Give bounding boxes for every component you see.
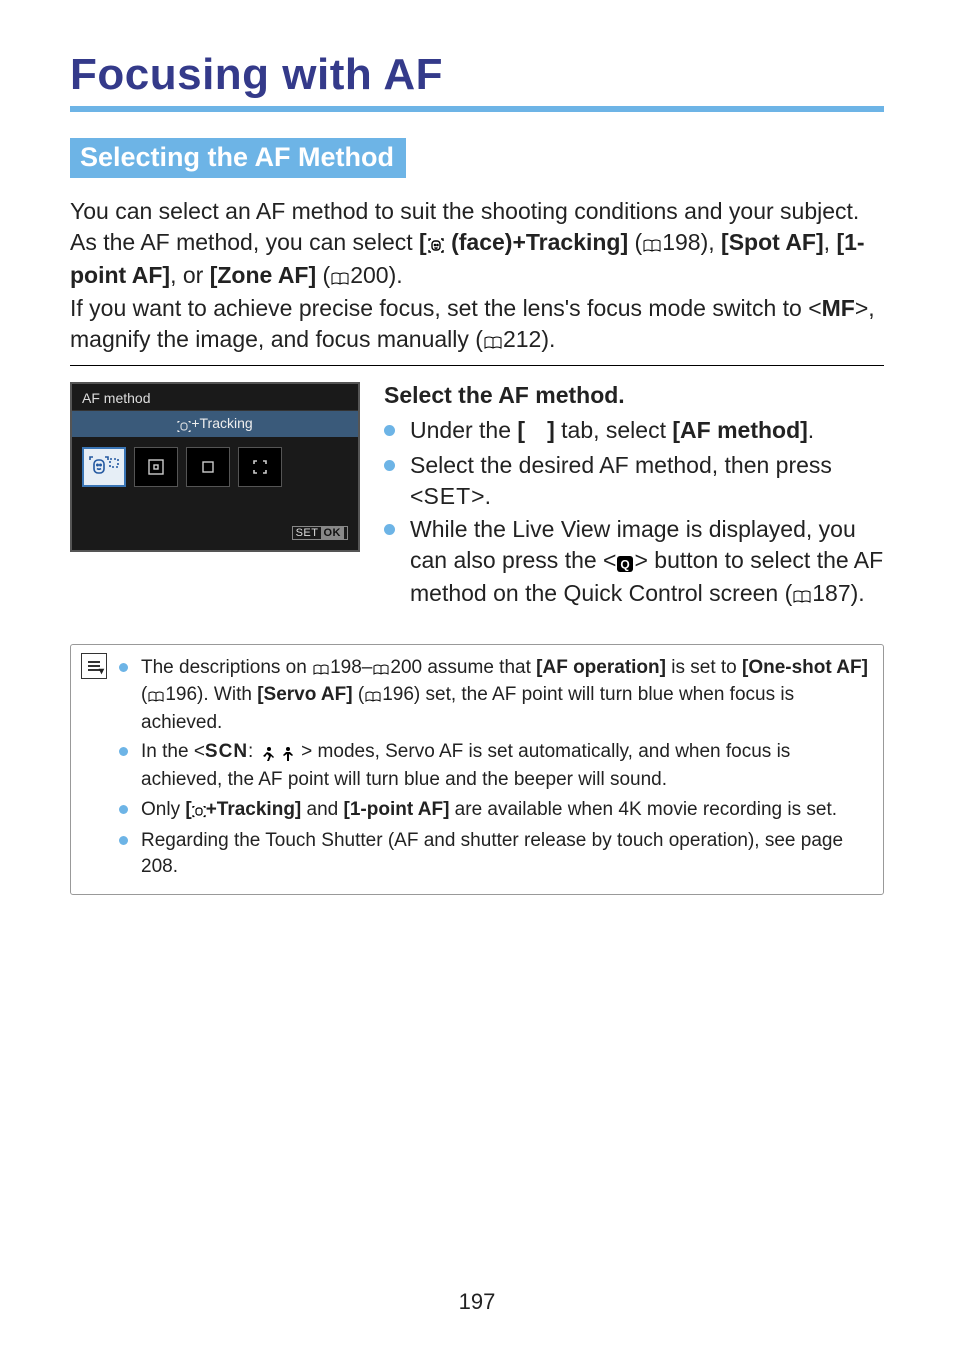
title-underline: [70, 106, 884, 112]
note-item-4: Regarding the Touch Shutter (AF and shut…: [119, 828, 869, 879]
af-option-zone: [238, 447, 282, 487]
cam-footer: SETOK: [72, 517, 358, 550]
instruction-item-2: Select the desired AF method, then press…: [384, 450, 884, 512]
cam-options-row: [72, 437, 358, 517]
kids-mode-icon: [280, 741, 296, 767]
camera-menu-screenshot: AF method +Tracking: [70, 382, 360, 552]
set-ok-badge: SETOK: [292, 526, 348, 540]
face-icon: [177, 417, 191, 433]
book-icon: [147, 684, 165, 710]
face-icon: [192, 799, 206, 825]
intro-paragraph-1: You can select an AF method to suit the …: [70, 196, 884, 293]
scn-mode-label: SCN: [205, 741, 248, 762]
book-icon: [312, 657, 330, 683]
af-option-spot: [134, 447, 178, 487]
note-item-3: Only [+Tracking] and [1-point AF] are av…: [119, 797, 869, 825]
instructions-heading: Select the AF method.: [384, 382, 884, 409]
set-button-label: SET: [423, 483, 471, 509]
book-icon: [642, 229, 662, 260]
instruction-item-1: Under the [] tab, select [AF method].: [384, 415, 884, 448]
svg-text:Q: Q: [621, 558, 630, 572]
af-option-face-tracking: [82, 447, 126, 487]
sports-mode-icon: [259, 741, 275, 767]
page-title: Focusing with AF: [70, 50, 884, 100]
note-box: ▾ The descriptions on 198–200 assume tha…: [70, 644, 884, 895]
q-button-icon: Q: [616, 547, 634, 578]
divider: [70, 365, 884, 366]
note-icon: ▾: [81, 653, 107, 679]
book-icon: [364, 684, 382, 710]
page-number: 197: [0, 1289, 954, 1315]
intro-paragraph-2: If you want to achieve precise focus, se…: [70, 293, 884, 357]
cam-header: AF method: [72, 384, 358, 411]
book-icon: [483, 326, 503, 357]
book-icon: [792, 580, 812, 611]
section-heading: Selecting the AF Method: [70, 138, 406, 178]
note-item-1: The descriptions on 198–200 assume that …: [119, 655, 869, 736]
af-option-1point: [186, 447, 230, 487]
camera-icon: [525, 417, 547, 448]
note-item-2: In the <SCN: > modes, Servo AF is set au…: [119, 739, 869, 792]
cam-subheader: +Tracking: [72, 411, 358, 437]
face-icon: [427, 229, 445, 260]
book-icon: [330, 262, 350, 293]
book-icon: [372, 657, 390, 683]
instruction-item-3: While the Live View image is displayed, …: [384, 514, 884, 611]
